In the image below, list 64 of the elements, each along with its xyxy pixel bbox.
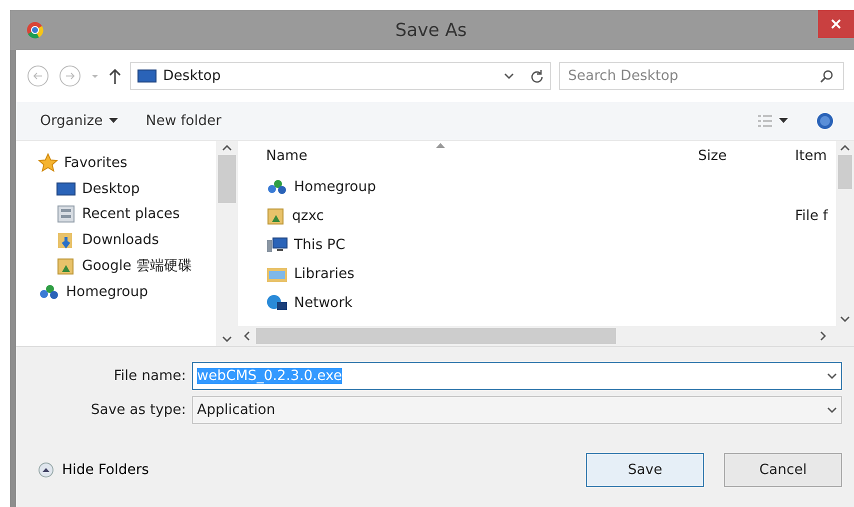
search-field[interactable]: Search Desktop (559, 62, 844, 90)
file-name[interactable]: Libraries (294, 266, 354, 282)
scroll-down-icon[interactable] (222, 336, 232, 342)
sidebar-scrollbar[interactable] (216, 141, 238, 346)
desktop-icon (137, 68, 157, 84)
cancel-button[interactable]: Cancel (724, 453, 842, 487)
save-button[interactable]: Save (586, 453, 704, 487)
table-cell: File f (795, 208, 828, 224)
scroll-down-icon[interactable] (840, 316, 850, 322)
folder-icon (56, 257, 76, 275)
chevron-down-icon (827, 406, 837, 414)
help-icon[interactable] (816, 112, 834, 130)
desktop-icon (56, 181, 76, 197)
scrollbar-thumb[interactable] (838, 155, 852, 189)
window-title: Save As (394, 20, 468, 40)
computer-icon (266, 236, 288, 254)
homegroup-icon (38, 283, 60, 301)
star-icon (38, 153, 58, 173)
hide-folders-button[interactable]: Hide Folders (38, 462, 149, 478)
field-label: File name: (112, 368, 186, 384)
scroll-up-icon[interactable] (222, 145, 232, 151)
new-folder-button[interactable]: New folder (146, 113, 222, 129)
file-name[interactable]: Homegroup (294, 178, 376, 194)
sidebar-item[interactable]: Homegroup (66, 284, 148, 300)
column-header[interactable]: Item (795, 148, 827, 164)
scroll-right-icon[interactable] (820, 331, 826, 341)
recent-places-icon (56, 205, 76, 223)
up-arrow-icon[interactable] (108, 67, 122, 85)
sort-ascending-icon (436, 143, 445, 148)
search-icon (820, 69, 834, 83)
list-scrollbar[interactable] (836, 141, 854, 326)
refresh-icon[interactable] (530, 69, 544, 83)
organize-button[interactable]: Organize (40, 113, 118, 129)
folder-icon (266, 206, 286, 224)
horizontal-scrollbar[interactable] (238, 326, 854, 346)
close-icon (831, 19, 841, 29)
save-type-dropdown[interactable]: Application (192, 396, 842, 424)
sidebar-item[interactable]: Downloads (82, 232, 159, 248)
caret-icon (108, 118, 118, 124)
file-name[interactable]: Network (294, 294, 352, 310)
scroll-up-icon[interactable] (840, 145, 850, 151)
network-icon (266, 294, 288, 312)
collapse-icon (38, 462, 54, 478)
chevron-down-icon (504, 72, 514, 80)
address-bar[interactable]: Desktop (130, 62, 551, 90)
list-view-icon (757, 114, 773, 128)
column-header[interactable]: Name (266, 148, 692, 164)
file-name[interactable]: This PC (294, 236, 346, 252)
field-label: Save as type: (90, 402, 186, 418)
file-name[interactable]: qzxc (292, 208, 324, 224)
app-logo-icon (26, 21, 44, 39)
sidebar-item[interactable]: Recent places (82, 206, 180, 222)
scrollbar-thumb[interactable] (218, 155, 236, 203)
sidebar-item[interactable]: Google 雲端硬碟 (82, 257, 192, 275)
sidebar-item[interactable]: Desktop (82, 181, 140, 197)
sidebar-item[interactable]: Favorites (64, 155, 128, 171)
scrollbar-thumb[interactable] (256, 328, 616, 344)
caret-icon (779, 118, 788, 124)
homegroup-icon (266, 178, 288, 196)
scroll-left-icon[interactable] (244, 331, 250, 341)
close-button[interactable] (818, 10, 854, 38)
chevron-down-icon[interactable] (827, 372, 837, 380)
view-options-button[interactable] (757, 114, 788, 128)
column-header[interactable]: Size (692, 148, 795, 164)
